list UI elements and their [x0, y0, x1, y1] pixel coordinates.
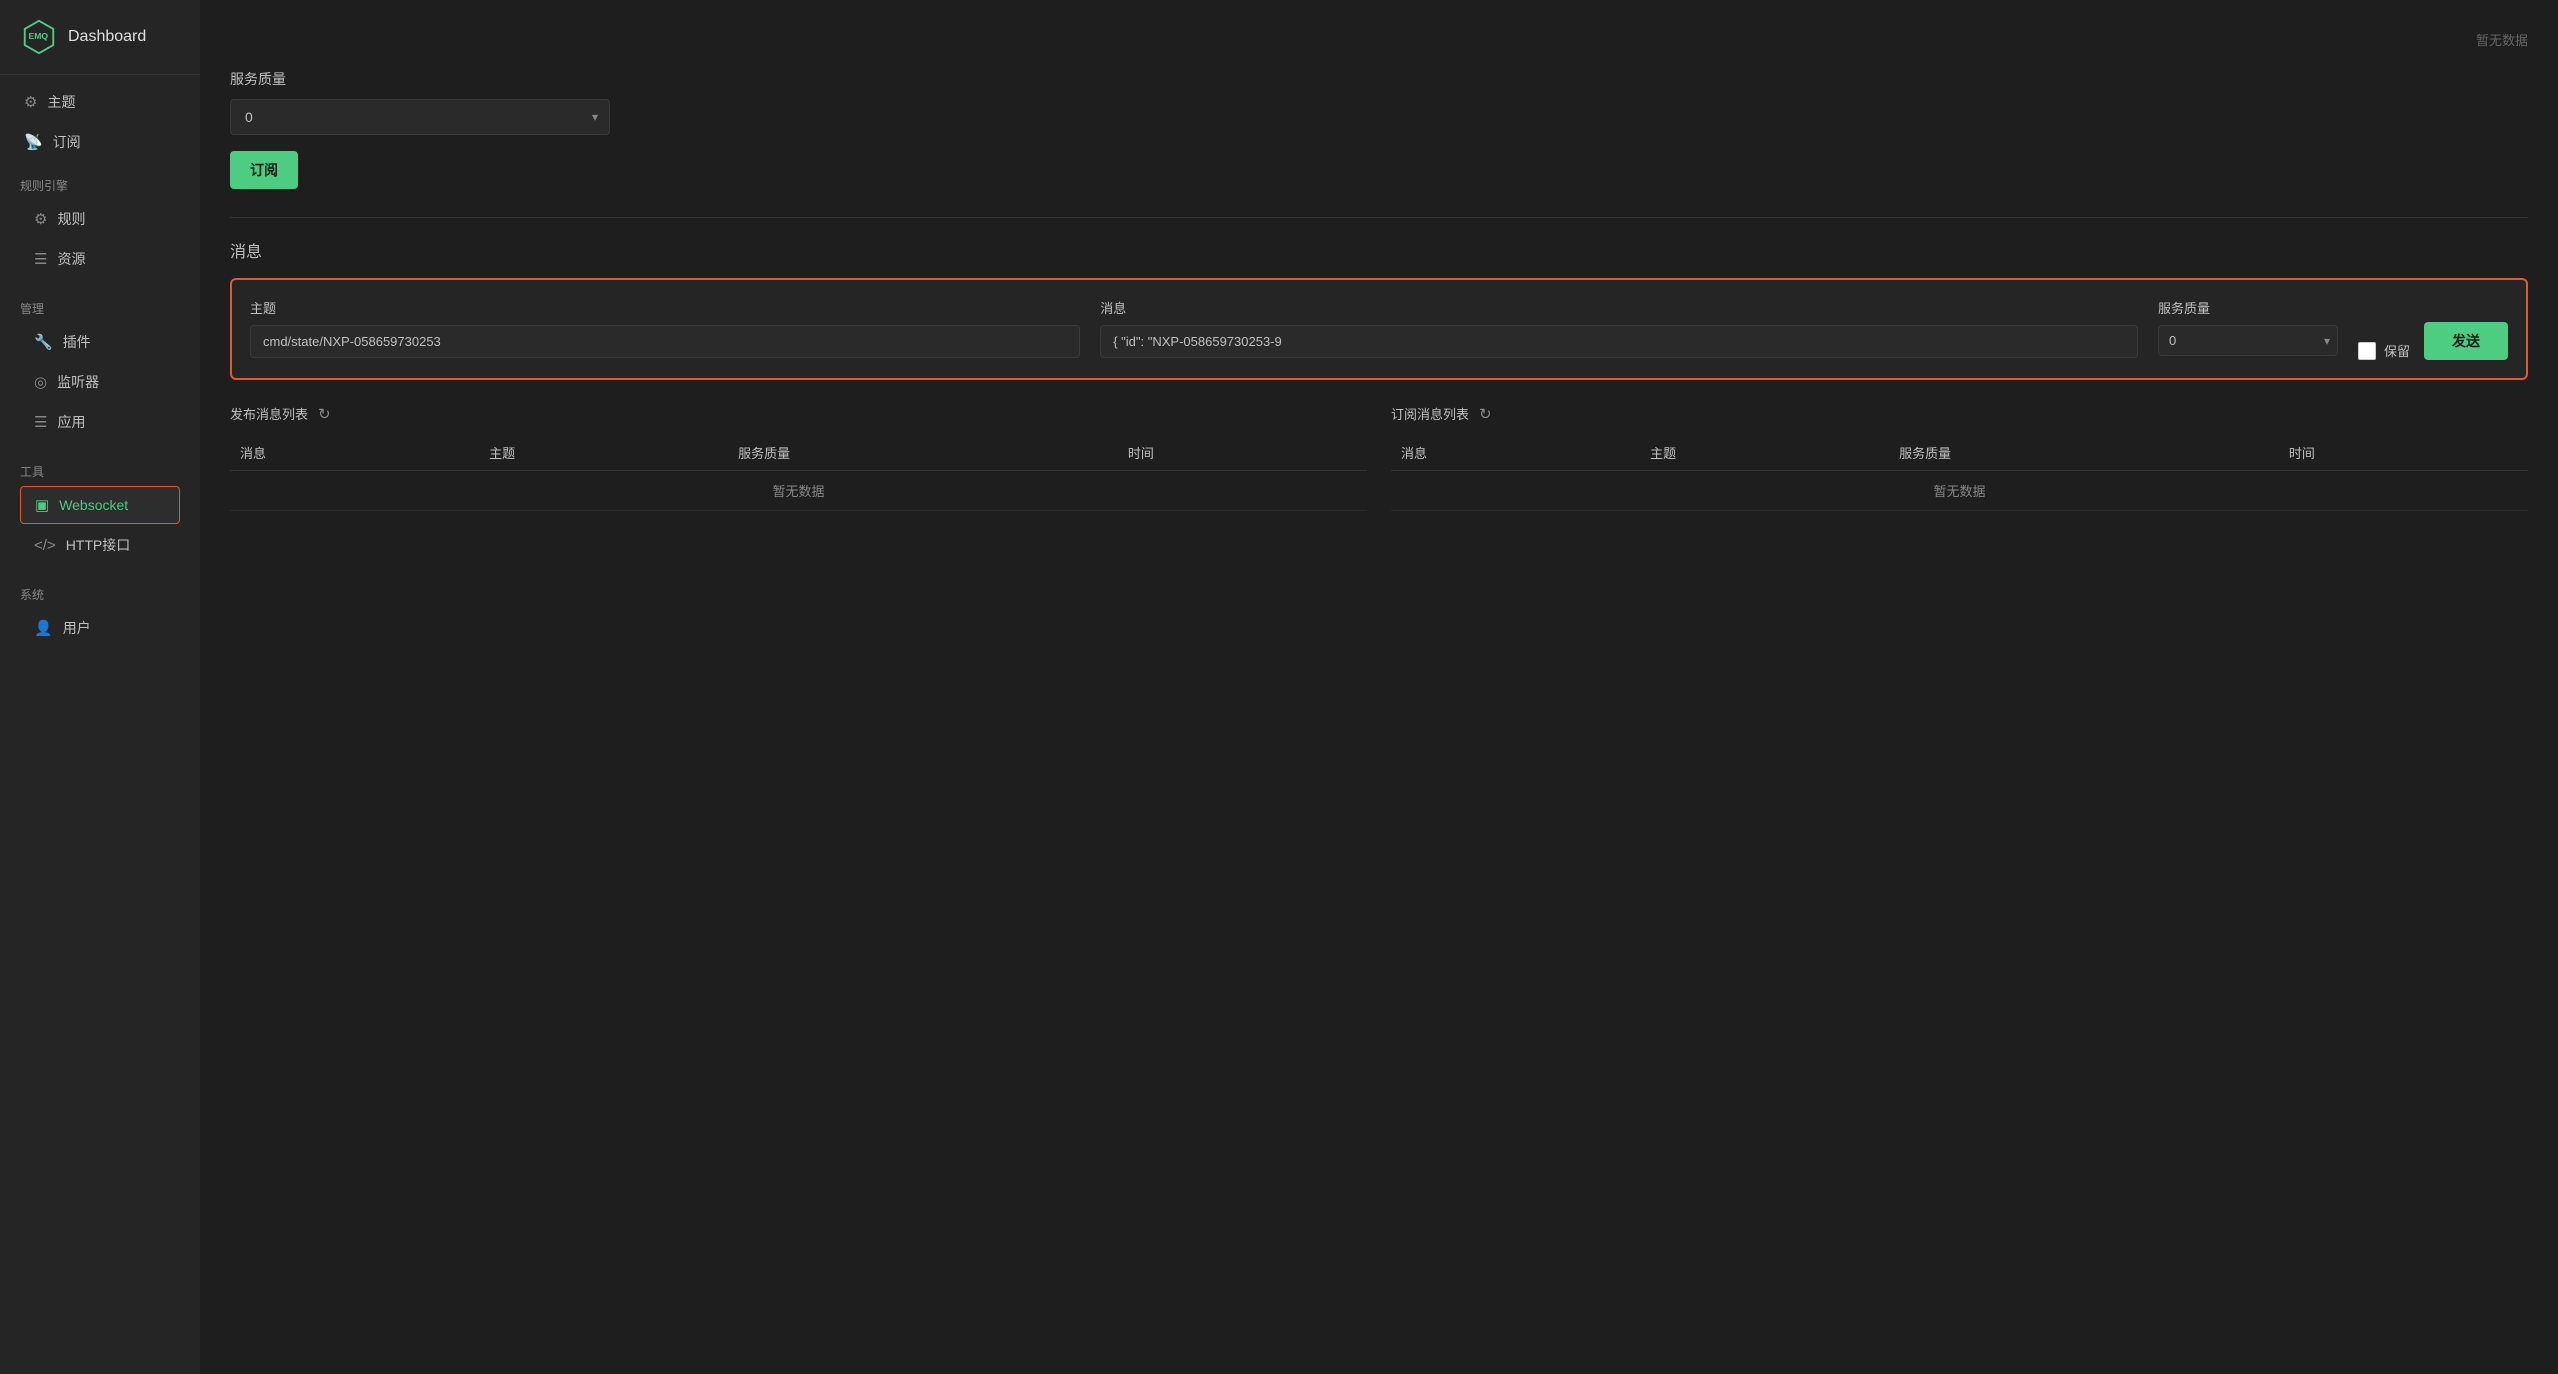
subscribe-section: 服务质量 0 1 2 ▾ 订阅 [230, 69, 2528, 189]
sidebar-item-label: Websocket [59, 497, 128, 513]
rules-icon: ⚙ [34, 210, 47, 228]
sidebar-item-label: 规则 [57, 209, 85, 229]
apps-icon: ☰ [34, 413, 47, 431]
logo-area: EMQ Dashboard [0, 0, 200, 75]
sidebar-item-http[interactable]: </> HTTP接口 [20, 526, 180, 564]
section-label: 管理 [20, 300, 180, 317]
sidebar-item-plugins[interactable]: 🔧 插件 [20, 323, 180, 361]
sidebar-item-label: 资源 [57, 249, 85, 269]
http-icon: </> [34, 537, 56, 554]
publish-col-topic: 主题 [479, 435, 728, 471]
retain-wrapper: 保留 [2358, 341, 2410, 360]
sidebar-item-listeners[interactable]: ◎ 监听器 [20, 363, 180, 401]
resources-icon: ☰ [34, 250, 47, 268]
publish-table: 消息 主题 服务质量 时间 暂无数据 [230, 435, 1367, 511]
publish-list-header: 发布消息列表 ↻ [230, 404, 1367, 423]
publish-list-section: 发布消息列表 ↻ 消息 主题 服务质量 时间 [230, 404, 1367, 511]
sidebar-item-label: 订阅 [53, 132, 81, 152]
subscribe-empty-data: 暂无数据 [1391, 471, 2528, 511]
message-section: 消息 主题 消息 服务质量 0 [230, 238, 2528, 511]
sidebar-item-users[interactable]: 👤 用户 [20, 609, 180, 647]
retain-label: 保留 [2384, 341, 2410, 360]
publish-empty-data: 暂无数据 [230, 471, 1367, 511]
publish-list-title: 发布消息列表 [230, 404, 308, 423]
qos-compose-field: 服务质量 0 1 2 ▾ [2158, 298, 2338, 356]
subscribe-col-qos: 服务质量 [1889, 435, 2279, 471]
subscribe-list-section: 订阅消息列表 ↻ 消息 主题 服务质量 时间 [1391, 404, 2528, 511]
topic-input[interactable] [250, 325, 1080, 358]
subscribe-col-topic: 主题 [1640, 435, 1889, 471]
topic-icon: ⚙ [24, 93, 37, 111]
qos-label: 服务质量 [230, 69, 2528, 89]
subscribe-list-header: 订阅消息列表 ↻ [1391, 404, 2528, 423]
sidebar-item-topic[interactable]: ⚙ 主题 [10, 83, 190, 121]
message-input[interactable] [1100, 325, 2138, 358]
sidebar-item-resources[interactable]: ☰ 资源 [20, 240, 180, 278]
sidebar-item-label: HTTP接口 [66, 535, 131, 555]
section-label: 系统 [20, 586, 180, 603]
sidebar: EMQ Dashboard ⚙ 主题 📡 订阅 规则引擎 ⚙ 规则 ☰ 资源 管… [0, 0, 200, 1374]
message-compose-box: 主题 消息 服务质量 0 1 2 [230, 278, 2528, 380]
section-system: 系统 👤 用户 [0, 572, 200, 655]
section-rules-engine: 规则引擎 ⚙ 规则 ☰ 资源 [0, 163, 200, 286]
section-manage: 管理 🔧 插件 ◎ 监听器 ☰ 应用 [0, 286, 200, 449]
subscribe-refresh-icon[interactable]: ↻ [1479, 405, 1492, 423]
publish-col-qos: 服务质量 [728, 435, 1118, 471]
qos-select-wrapper: 0 1 2 ▾ [230, 99, 610, 135]
qos-select[interactable]: 0 1 2 [230, 99, 610, 135]
emq-logo: EMQ [20, 18, 58, 56]
section-label: 工具 [20, 463, 180, 480]
users-icon: 👤 [34, 619, 53, 637]
subscribe-list-title: 订阅消息列表 [1391, 404, 1469, 423]
topic-field-label: 主题 [250, 298, 1080, 317]
logo-title: Dashboard [68, 28, 146, 46]
plugins-icon: 🔧 [34, 333, 53, 351]
subscribe-empty-row: 暂无数据 [1391, 471, 2528, 511]
publish-refresh-icon[interactable]: ↻ [318, 405, 331, 423]
svg-text:EMQ: EMQ [29, 31, 49, 41]
publish-col-time: 时间 [1118, 435, 1367, 471]
sidebar-item-label: 监听器 [57, 372, 99, 392]
divider [230, 217, 2528, 218]
section-label: 规则引擎 [20, 177, 180, 194]
sidebar-item-label: 插件 [63, 332, 91, 352]
subscribe-col-message: 消息 [1391, 435, 1640, 471]
message-field: 消息 [1100, 298, 2138, 358]
subscribe-table: 消息 主题 服务质量 时间 暂无数据 [1391, 435, 2528, 511]
qos-compose-select[interactable]: 0 1 2 [2158, 325, 2338, 356]
qos-compose-select-wrapper: 0 1 2 ▾ [2158, 325, 2338, 356]
sidebar-item-label: 主题 [47, 92, 75, 112]
sidebar-item-rules[interactable]: ⚙ 规则 [20, 200, 180, 238]
publish-col-message: 消息 [230, 435, 479, 471]
sidebar-item-subscribe[interactable]: 📡 订阅 [10, 123, 190, 161]
subscribe-button[interactable]: 订阅 [230, 151, 298, 189]
sidebar-item-apps[interactable]: ☰ 应用 [20, 403, 180, 441]
subscribe-icon: 📡 [24, 133, 43, 151]
message-field-label: 消息 [1100, 298, 2138, 317]
listeners-icon: ◎ [34, 373, 47, 391]
publish-empty-row: 暂无数据 [230, 471, 1367, 511]
sidebar-item-label: 用户 [63, 618, 91, 638]
message-title: 消息 [230, 238, 2528, 262]
compose-actions: 保留 发送 [2358, 298, 2508, 360]
no-data-top: 暂无数据 [230, 20, 2528, 69]
sidebar-item-websocket[interactable]: ▣ Websocket [20, 486, 180, 524]
websocket-icon: ▣ [35, 496, 49, 514]
qos-compose-label: 服务质量 [2158, 298, 2338, 317]
message-lists: 发布消息列表 ↻ 消息 主题 服务质量 时间 [230, 404, 2528, 511]
main-content: 暂无数据 服务质量 0 1 2 ▾ 订阅 消息 [200, 0, 2558, 1374]
compose-row: 主题 消息 服务质量 0 1 2 [250, 298, 2508, 360]
retain-checkbox[interactable] [2358, 342, 2376, 360]
sidebar-item-label: 应用 [57, 412, 85, 432]
subscribe-col-time: 时间 [2279, 435, 2528, 471]
topic-field: 主题 [250, 298, 1080, 358]
section-tools: 工具 ▣ Websocket </> HTTP接口 [0, 449, 200, 572]
send-button[interactable]: 发送 [2424, 322, 2508, 360]
